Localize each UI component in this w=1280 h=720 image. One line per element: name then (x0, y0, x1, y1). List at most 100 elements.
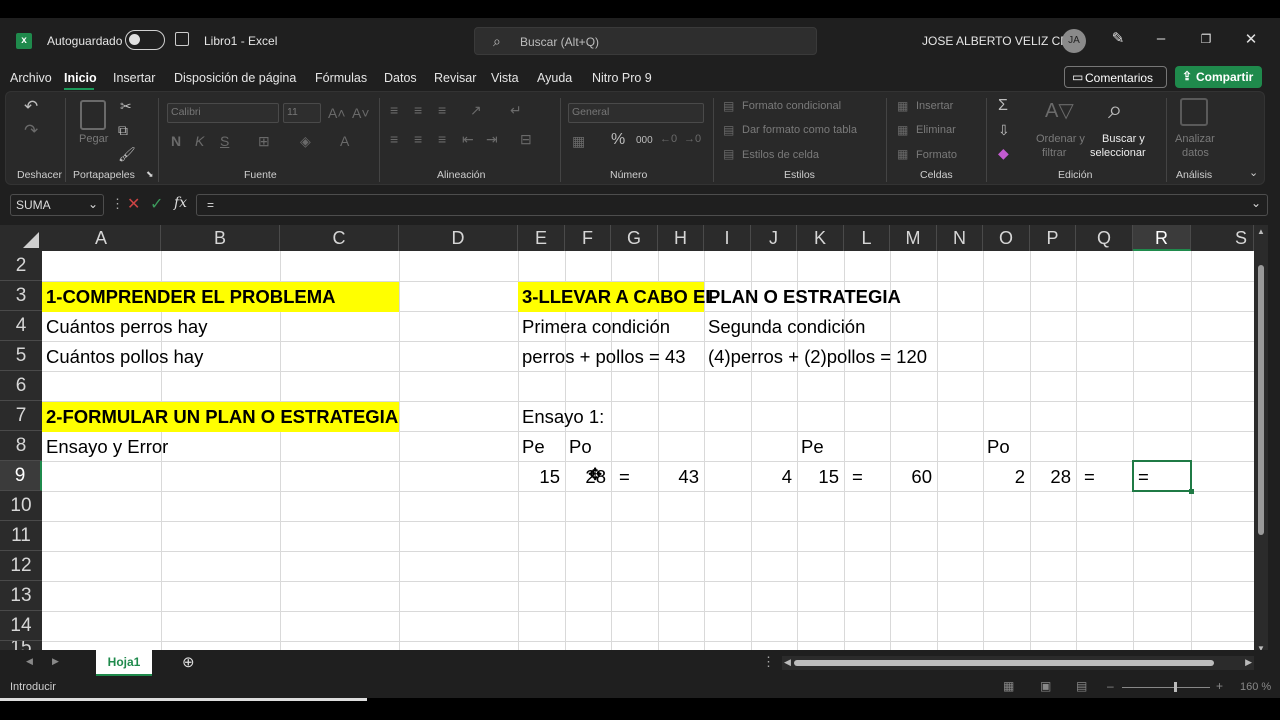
row-header-3[interactable]: 3 (0, 281, 42, 311)
cell-i4[interactable]: Segunda condición (704, 312, 865, 342)
dialog-launcher-icon[interactable]: ⬊ (146, 169, 154, 180)
active-cell-r9[interactable]: = (1132, 460, 1194, 494)
cell-o8[interactable]: Po (983, 432, 1010, 462)
scroll-right-icon[interactable]: ▶ (1245, 657, 1252, 668)
more-options-icon[interactable]: ⋮ (111, 196, 124, 212)
cell-a4[interactable]: Cuántos perros hay (42, 312, 207, 342)
col-header-d[interactable]: D (399, 225, 518, 251)
cell-a5[interactable]: Cuántos pollos hay (42, 342, 203, 372)
avatar[interactable]: JA (1062, 29, 1086, 53)
tab-formulas[interactable]: Fórmulas (315, 71, 367, 85)
col-header-h[interactable]: H (658, 225, 704, 251)
italic-icon[interactable]: K (195, 133, 204, 149)
col-header-c[interactable]: C (280, 225, 399, 251)
number-format-select[interactable]: General (568, 103, 704, 123)
col-header-g[interactable]: G (611, 225, 658, 251)
font-color-icon[interactable]: A (340, 133, 349, 149)
font-name-select[interactable]: Calibri (167, 103, 279, 123)
row-header-10[interactable]: 10 (0, 491, 42, 521)
row-header-4[interactable]: 4 (0, 311, 42, 341)
conditional-format-button[interactable]: Formato condicional (742, 100, 841, 112)
select-all-corner[interactable] (0, 225, 42, 251)
align-left-icon[interactable]: ≡ (390, 131, 398, 147)
row-header-2[interactable]: 2 (0, 251, 42, 281)
borders-icon[interactable]: ⊞ (258, 133, 270, 150)
find-select-line1[interactable]: Buscar y (1102, 133, 1145, 145)
cell-e8[interactable]: Pe (518, 432, 545, 462)
tab-insertar[interactable]: Insertar (113, 71, 155, 85)
horizontal-scroll-thumb[interactable] (794, 660, 1214, 666)
tab-disposicion[interactable]: Disposición de página (174, 71, 296, 85)
scroll-up-icon[interactable]: ▲ (1257, 227, 1265, 236)
cell-g9[interactable]: = (611, 462, 630, 492)
add-sheet-icon[interactable]: ⊕ (182, 653, 195, 671)
insert-cells-button[interactable]: Insertar (916, 100, 953, 112)
col-header-r[interactable]: R (1133, 225, 1191, 251)
next-sheet-icon[interactable]: ▶ (52, 656, 59, 667)
row-header-14[interactable]: 14 (0, 611, 42, 641)
find-select-line2[interactable]: seleccionar (1090, 147, 1146, 159)
autosum-icon[interactable]: Σ (998, 97, 1008, 115)
close-icon[interactable]: ✕ (1241, 30, 1261, 48)
increase-indent-icon[interactable]: ⇥ (486, 131, 498, 148)
analyze-line1[interactable]: Analizar (1175, 133, 1215, 145)
row-header-13[interactable]: 13 (0, 581, 42, 611)
align-center-icon[interactable]: ≡ (414, 131, 422, 147)
cut-icon[interactable]: ✂ (120, 98, 132, 115)
col-header-o[interactable]: O (983, 225, 1030, 251)
paste-label[interactable]: Pegar (79, 133, 108, 145)
decrease-indent-icon[interactable]: ⇤ (462, 131, 474, 148)
format-painter-icon[interactable]: 🖌 (118, 146, 136, 163)
col-header-m[interactable]: M (890, 225, 937, 251)
align-right-icon[interactable]: ≡ (438, 131, 446, 147)
row-header-7[interactable]: 7 (0, 401, 42, 431)
search-box[interactable]: ⌕ Buscar (Alt+Q) (474, 27, 817, 55)
analyze-line2[interactable]: datos (1182, 147, 1209, 159)
autosave-toggle[interactable] (125, 30, 165, 50)
col-header-s[interactable]: S (1191, 225, 1254, 251)
bold-icon[interactable]: N (171, 133, 181, 149)
zoom-in-icon[interactable]: + (1216, 679, 1223, 693)
cell-i5[interactable]: (4)perros + (2)pollos = 120 (704, 342, 927, 372)
decrease-font-icon[interactable]: A˅ (352, 105, 370, 121)
tab-inicio[interactable]: Inicio (64, 71, 97, 85)
col-header-q[interactable]: Q (1076, 225, 1133, 251)
merge-center-icon[interactable]: ⊟ (520, 131, 532, 148)
row-header-11[interactable]: 11 (0, 521, 42, 551)
paste-icon[interactable] (80, 100, 106, 130)
cell-styles-button[interactable]: Estilos de celda (742, 149, 819, 161)
tab-vista[interactable]: Vista (491, 71, 519, 85)
cell-e9[interactable]: 15 (518, 462, 563, 492)
insert-function-icon[interactable]: fx (174, 195, 187, 211)
redo-icon[interactable]: ↷ (24, 121, 38, 141)
cell-a3[interactable]: 1-COMPRENDER EL PROBLEMA (42, 282, 399, 312)
cancel-icon[interactable]: ✕ (127, 194, 140, 214)
sheet-tab-hoja1[interactable]: Hoja1 (96, 650, 152, 676)
copy-icon[interactable]: ⧉ (118, 122, 128, 139)
clear-icon[interactable]: ◆ (998, 145, 1009, 162)
zoom-out-icon[interactable]: – (1107, 679, 1114, 693)
normal-view-icon[interactable]: ▦ (1003, 679, 1014, 693)
percent-icon[interactable]: % (611, 131, 625, 149)
tab-split-icon[interactable]: ⋮ (762, 654, 775, 670)
wrap-text-icon[interactable]: ↵ (510, 102, 522, 119)
col-header-k[interactable]: K (797, 225, 844, 251)
cell-h9[interactable]: 43 (658, 462, 702, 492)
comments-button[interactable]: ▭ Comentarios (1064, 66, 1167, 88)
cell-o9[interactable]: 2 (983, 462, 1028, 492)
col-header-l[interactable]: L (844, 225, 890, 251)
col-header-n[interactable]: N (937, 225, 983, 251)
vertical-scrollbar[interactable]: ▲ ▼ (1254, 225, 1268, 655)
cell-f9[interactable]: 28 (565, 462, 609, 492)
delete-cells-button[interactable]: Eliminar (916, 124, 956, 136)
expand-formula-icon[interactable]: ⌄ (1251, 196, 1261, 210)
spreadsheet-grid[interactable]: A B C D E F G H I J K L M N O P Q R S 2 … (0, 225, 1254, 655)
cell-e3[interactable]: 3-LLEVAR A CABO EL (518, 282, 717, 312)
thousands-icon[interactable]: 000 (636, 135, 653, 146)
save-icon[interactable] (175, 32, 189, 46)
col-header-j[interactable]: J (751, 225, 797, 251)
cell-i3[interactable]: PLAN O ESTRATEGIA (708, 282, 901, 312)
col-header-e[interactable]: E (518, 225, 565, 251)
minimize-icon[interactable]: – (1151, 30, 1171, 47)
cell-l9[interactable]: = (844, 462, 863, 492)
